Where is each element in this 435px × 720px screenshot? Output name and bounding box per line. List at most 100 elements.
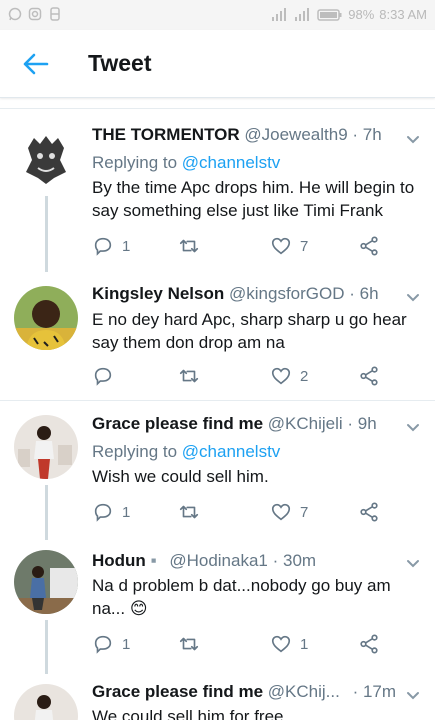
tweet-actions: 2 [92,364,392,388]
user-handle[interactable]: @kingsforGOD [229,284,345,303]
share-icon [360,634,378,654]
tweet-actions: 1 1 [92,632,392,656]
share-icon [360,502,378,522]
reply-icon [94,237,112,256]
battery-percent: 98% [348,7,375,22]
top-app-bar: Tweet [0,30,435,98]
user-handle[interactable]: @KChijeli [268,414,343,433]
tweet-reply[interactable]: THE TORMENTOR @Joewealth9 · 7h Replying … [0,112,435,272]
tweet-time: · 7h [352,125,382,144]
replying-to: Replying to @channelstv [92,442,280,462]
reply-icon [94,635,112,654]
like-count: 1 [300,635,309,653]
retweet-button[interactable] [178,364,208,388]
back-arrow-icon [23,53,49,75]
user-handle[interactable]: @Hodinaka1 [169,551,268,570]
chevron-down-icon[interactable] [405,132,421,148]
tweet-reply[interactable]: Hodun ▪ @Hodinaka1 · 30m Na d problem b … [0,540,435,674]
reply-button[interactable]: 1 [92,500,130,524]
reply-button[interactable]: 1 [92,632,130,656]
display-name[interactable]: Hodun [92,551,146,570]
reply-button[interactable]: 1 [92,234,130,258]
tweet-header: Grace please find me @KChijeli · 9h [92,414,377,434]
retweet-button[interactable] [178,234,208,258]
tweet-reply[interactable]: Grace please find me @KChij... · 17m We … [0,674,435,720]
display-name[interactable]: Kingsley Nelson [92,284,224,303]
tweet-header: Grace please find me @KChij... · 17m [92,682,396,702]
reply-count: 1 [122,237,131,255]
retweet-icon [179,239,199,253]
heart-icon [271,503,291,521]
mention-link[interactable]: @channelstv [182,442,281,461]
share-button[interactable] [358,500,380,524]
chevron-down-icon[interactable] [405,556,421,572]
avatar[interactable] [14,550,78,614]
tweet-reply[interactable]: Kingsley Nelson @kingsforGOD · 6h E no d… [0,272,435,400]
like-count: 2 [300,367,309,385]
share-icon [360,366,378,386]
retweet-button[interactable] [178,632,208,656]
instagram-icon [28,7,42,21]
reply-icon [94,503,112,522]
display-name[interactable]: Grace please find me [92,682,263,701]
share-button[interactable] [358,364,380,388]
tweet-actions: 1 7 [92,234,392,258]
tweet-time: · 6h [349,284,379,303]
smiling-emoji-icon: 😊 [129,599,148,618]
cell-signal-icon [295,7,310,21]
replying-to-label: Replying to [92,153,182,172]
retweet-icon [179,505,199,519]
chevron-down-icon[interactable] [405,290,421,306]
tweet-text: E no dey hard Apc, sharp sharp u go hear… [92,310,407,352]
notification-icon [50,7,60,21]
display-name[interactable]: Grace please find me [92,414,263,433]
tweet-header: Kingsley Nelson @kingsforGOD · 6h [92,284,379,304]
tweet-header: Hodun ▪ @Hodinaka1 · 30m [92,551,316,571]
avatar[interactable] [14,286,78,350]
tweet-header: THE TORMENTOR @Joewealth9 · 7h [92,125,382,145]
avatar[interactable] [14,684,78,720]
tweet-reply[interactable]: Grace please find me @KChijeli · 9h Repl… [0,401,435,540]
battery-icon [317,8,342,21]
share-icon [360,236,378,256]
like-count: 7 [300,237,309,255]
status-bar: 98% 8:33 AM [0,0,435,30]
share-button[interactable] [358,234,380,258]
reply-count: 1 [122,635,131,653]
retweet-icon [179,369,199,383]
retweet-button[interactable] [178,500,208,524]
tweet-actions: 1 7 [92,500,392,524]
back-button[interactable] [20,50,52,78]
like-button[interactable]: 7 [270,234,308,258]
tweet-text: By the time Apc drops him. He will begin… [92,178,415,220]
heart-icon [271,635,291,653]
like-button[interactable]: 1 [270,632,308,656]
data-signal-icon [272,7,287,21]
like-count: 7 [300,503,309,521]
avatar[interactable] [14,415,78,479]
user-handle[interactable]: @KChij... [268,682,340,701]
avatar[interactable] [14,126,78,190]
share-button[interactable] [358,632,380,656]
thread-line [45,620,48,674]
verified-dot: ▪ [150,551,157,570]
mention-link[interactable]: @channelstv [182,153,281,172]
like-button[interactable]: 2 [270,364,308,388]
tweet-text: Wish we could sell him. [92,467,269,486]
display-name[interactable]: THE TORMENTOR [92,125,240,144]
thread-line [45,485,48,540]
heart-icon [271,237,291,255]
chevron-down-icon[interactable] [405,420,421,436]
like-button[interactable]: 7 [270,500,308,524]
clock: 8:33 AM [379,7,427,22]
reply-button[interactable] [92,364,122,388]
reply-icon [94,367,112,386]
chevron-down-icon[interactable] [405,688,421,704]
tweet-time: · 17m [352,682,397,701]
page-title: Tweet [88,50,152,76]
whatsapp-icon [8,7,22,21]
tweet-time: · 9h [347,414,377,433]
replying-to: Replying to @channelstv [92,153,280,173]
reply-count: 1 [122,503,131,521]
user-handle[interactable]: @Joewealth9 [244,125,347,144]
